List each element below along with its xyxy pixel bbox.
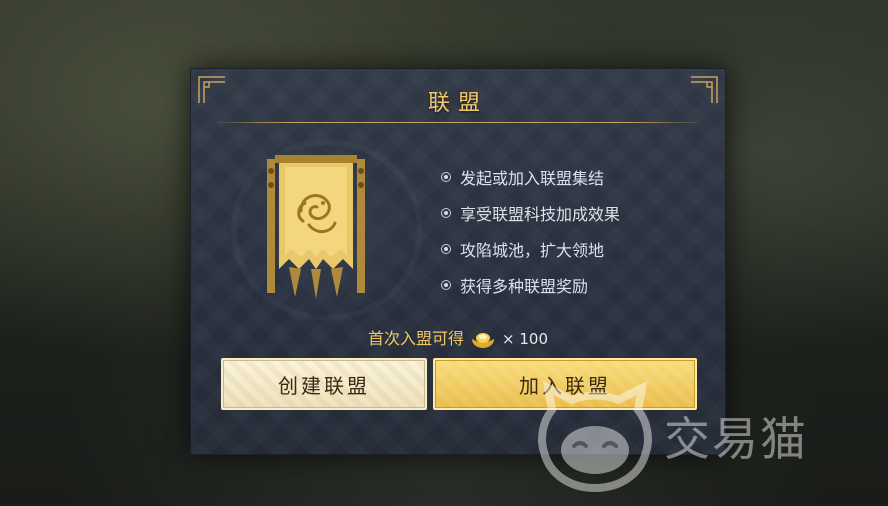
dialog-title: 联盟 — [427, 91, 488, 116]
create-alliance-label: 创建联盟 — [278, 373, 370, 398]
reward-quantity: × 100 — [502, 330, 548, 348]
benefit-text: 发起或加入联盟集结 — [460, 169, 605, 188]
first-join-reward: 首次入盟可得 × 100 — [191, 325, 725, 349]
create-alliance-button[interactable]: 创建联盟 — [221, 358, 427, 410]
title-divider — [217, 122, 699, 123]
list-item: 发起或加入联盟集结 — [441, 159, 620, 195]
reward-label: 首次入盟可得 — [368, 329, 465, 348]
list-item: 享受联盟科技加成效果 — [441, 195, 620, 231]
list-item: 获得多种联盟奖励 — [441, 267, 620, 303]
cat-logo-icon — [538, 380, 652, 492]
watermark-text: 交易猫 — [664, 412, 808, 466]
list-item: 攻陷城池，扩大领地 — [441, 231, 620, 267]
benefit-list: 发起或加入联盟集结 享受联盟科技加成效果 攻陷城池，扩大领地 获得多种联盟奖励 — [441, 159, 620, 303]
watermark: 交易猫 — [536, 380, 808, 492]
gold-ingot-icon — [472, 332, 495, 348]
bullet-icon — [441, 208, 451, 218]
benefit-text: 获得多种联盟奖励 — [460, 277, 589, 296]
benefit-text: 攻陷城池，扩大领地 — [460, 241, 605, 260]
bullet-icon — [441, 244, 451, 254]
benefit-text: 享受联盟科技加成效果 — [460, 205, 621, 224]
alliance-banner-icon — [267, 155, 365, 299]
bullet-icon — [441, 280, 451, 290]
bullet-icon — [441, 172, 451, 182]
